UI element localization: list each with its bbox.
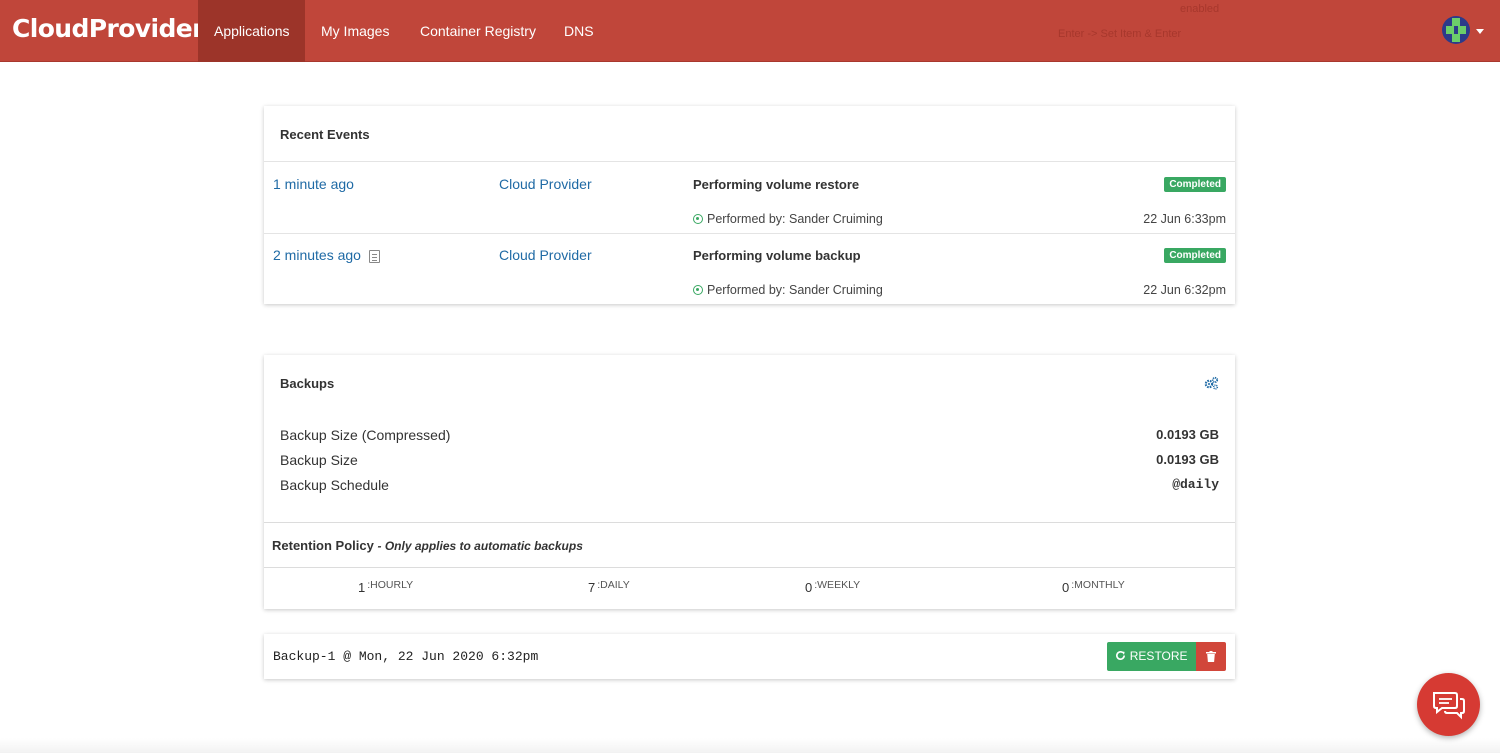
backup-size-value: 0.0193 GB: [1156, 452, 1219, 467]
delete-button[interactable]: [1196, 642, 1226, 671]
event-source-link[interactable]: Cloud Provider: [499, 247, 592, 263]
restore-button[interactable]: RESTORE: [1107, 642, 1196, 671]
backup-size-compressed-label: Backup Size (Compressed): [280, 427, 451, 443]
backup-size-label: Backup Size: [280, 452, 358, 468]
event-row: 2 minutes ago Cloud Provider Performing …: [264, 234, 1235, 305]
event-time-link[interactable]: 1 minute ago: [273, 176, 354, 192]
event-performed-by: Performed by: Sander Cruiming: [693, 283, 883, 297]
status-badge: Completed: [1164, 248, 1226, 263]
backups-panel: Backups Backup Size (Compressed) 0.0193 …: [264, 355, 1235, 609]
retention-unit: :WEEKLY: [814, 579, 861, 591]
retention-policy-note: - Only applies to automatic backups: [377, 539, 583, 553]
retention-unit: :DAILY: [597, 579, 630, 591]
refresh-icon: [1116, 651, 1126, 660]
retention-daily: 7:DAILY: [588, 579, 630, 595]
tab-dns[interactable]: DNS: [548, 0, 610, 62]
chevron-down-icon[interactable]: [1476, 29, 1484, 34]
chat-icon: [1433, 692, 1465, 720]
event-performed-by: Performed by: Sander Cruiming: [693, 212, 883, 226]
tab-applications[interactable]: Applications: [198, 0, 305, 62]
event-timestamp: 22 Jun 6:32pm: [1143, 283, 1226, 297]
ghost-text-enabled: enabled: [1180, 3, 1220, 15]
retention-value: 1: [358, 580, 366, 595]
retention-policy-title: Retention Policy: [272, 538, 374, 553]
recent-events-panel: Recent Events 1 minute ago Cloud Provide…: [264, 106, 1235, 304]
backup-size-compressed-value: 0.0193 GB: [1156, 427, 1219, 442]
check-circle-icon: [693, 214, 703, 224]
backups-title: Backups: [280, 376, 335, 391]
trash-icon: [1206, 651, 1216, 662]
brand-logo[interactable]: CloudProvider: [12, 14, 204, 43]
check-circle-icon: [693, 285, 703, 295]
backup-schedule-label: Backup Schedule: [280, 477, 389, 493]
retention-value: 7: [588, 580, 596, 595]
backup-list-item: Backup-1 @ Mon, 22 Jun 2020 6:32pm RESTO…: [264, 634, 1235, 679]
retention-monthly: 0:MONTHLY: [1062, 579, 1125, 595]
retention-value: 0: [805, 580, 813, 595]
ghost-text-hint: Enter -> Set Item & Enter: [1058, 28, 1182, 40]
divider: [264, 567, 1235, 568]
event-timestamp: 22 Jun 6:33pm: [1143, 212, 1226, 226]
document-icon[interactable]: [369, 250, 380, 263]
tab-container-registry[interactable]: Container Registry: [404, 0, 552, 62]
retention-unit: :HOURLY: [367, 579, 414, 591]
event-time-link[interactable]: 2 minutes ago: [273, 247, 361, 263]
bottom-shadow: [0, 738, 1500, 753]
event-title: Performing volume restore: [693, 177, 860, 192]
retention-policy-heading: Retention Policy - Only applies to autom…: [272, 538, 583, 553]
top-navbar: CloudProvider Applications My Images Con…: [0, 0, 1500, 62]
event-row: 1 minute ago Cloud Provider Performing v…: [264, 163, 1235, 234]
retention-unit: :MONTHLY: [1071, 579, 1125, 591]
event-title: Performing volume backup: [693, 248, 861, 263]
retention-value: 0: [1062, 580, 1070, 595]
user-avatar[interactable]: [1442, 16, 1470, 44]
restore-button-label: RESTORE: [1129, 649, 1188, 663]
chat-support-button[interactable]: [1417, 673, 1480, 736]
retention-hourly: 1:HOURLY: [358, 579, 414, 595]
performed-by-text: Performed by: Sander Cruiming: [707, 212, 883, 226]
performed-by-text: Performed by: Sander Cruiming: [707, 283, 883, 297]
backup-name: Backup-1 @ Mon, 22 Jun 2020 6:32pm: [273, 649, 539, 664]
status-badge: Completed: [1164, 177, 1226, 192]
recent-events-title: Recent Events: [280, 127, 370, 142]
divider: [264, 522, 1235, 523]
retention-weekly: 0:WEEKLY: [805, 579, 861, 595]
tab-my-images[interactable]: My Images: [305, 0, 405, 62]
event-source-link[interactable]: Cloud Provider: [499, 176, 592, 192]
gears-settings-icon[interactable]: [1203, 376, 1219, 390]
backup-schedule-value: @daily: [1172, 477, 1219, 492]
recent-events-header: Recent Events: [264, 106, 1235, 162]
